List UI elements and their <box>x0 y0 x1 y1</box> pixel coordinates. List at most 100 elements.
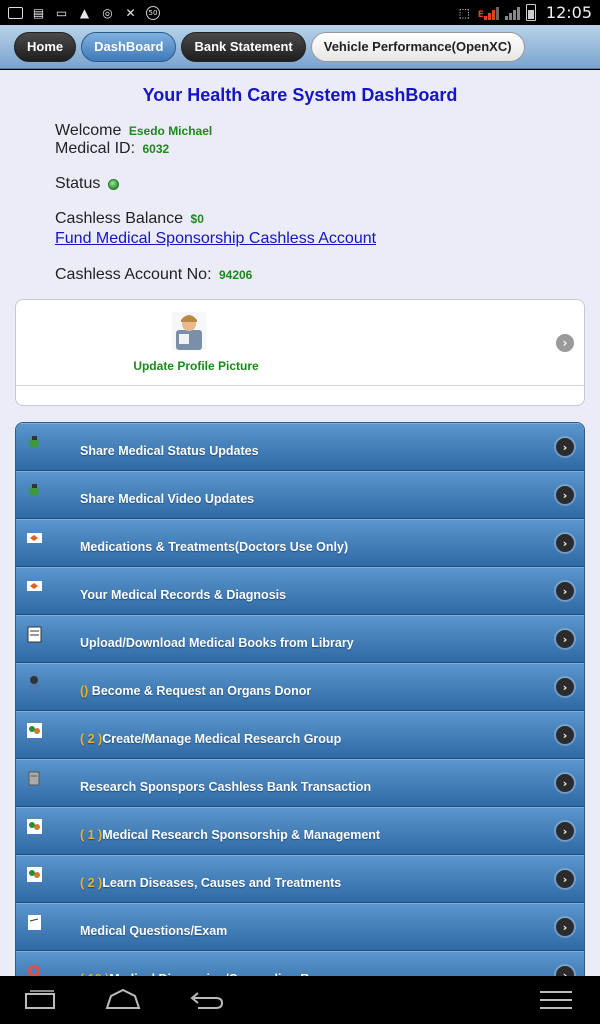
discussion-icon <box>26 962 43 976</box>
menu-item[interactable]: ( 1 )Medical Research Sponsorship & Mana… <box>16 807 584 855</box>
books-icon <box>26 626 43 643</box>
update-profile-label: Update Profile Picture <box>133 359 259 373</box>
user-name: Esedo Michael <box>128 124 213 138</box>
welcome-label: Welcome <box>55 122 122 139</box>
chevron-right-icon: › <box>556 678 574 696</box>
account-label: Cashless Account No: <box>55 266 212 283</box>
vibrate-icon: ⬚ <box>458 5 470 20</box>
menu-item[interactable]: Your Medical Records & Diagnosis › <box>16 567 584 615</box>
page-title: Your Health Care System DashBoard <box>142 85 458 105</box>
chevron-right-icon: › <box>556 870 574 888</box>
menu-item[interactable]: ( 10 )Medical Discussion/Counseling Room… <box>16 951 584 976</box>
balance-label: Cashless Balance <box>55 210 184 227</box>
menu-item[interactable]: Share Medical Status Updates › <box>16 423 584 471</box>
menu-item-text: Research Sponspors Cashless Bank Transac… <box>80 780 372 794</box>
notification-icons: ▤ ▭ ▲ ◎ ✕ 50 <box>8 5 160 20</box>
menu-item[interactable]: () Become & Request an Organs Donor › <box>16 663 584 711</box>
update-profile-row[interactable]: Update Profile Picture › <box>16 300 584 386</box>
avatar <box>172 312 206 350</box>
medical-id-label: Medical ID: <box>55 140 136 157</box>
home-button[interactable]: Home <box>14 31 77 62</box>
status-online-icon <box>108 178 120 190</box>
menu-item-label: Share Medical Video Updates <box>80 492 254 506</box>
menu-icon[interactable] <box>536 988 576 1012</box>
image-icon <box>8 6 23 19</box>
chevron-right-icon: › <box>556 918 574 936</box>
system-icons: ⬚ E 12:05 <box>457 3 592 22</box>
warning-icon: ▲ <box>79 5 90 20</box>
menu-item[interactable]: Medications & Treatments(Doctors Use Onl… <box>16 519 584 567</box>
missed-call-icon: ✕ <box>125 5 136 20</box>
menu-item-text: Your Medical Records & Diagnosis <box>80 588 287 602</box>
menu-item-count: ( 2 ) <box>80 732 103 746</box>
chevron-right-icon: › <box>556 582 574 600</box>
exam-icon <box>26 914 43 931</box>
recent-apps-icon[interactable] <box>20 988 60 1012</box>
menu-item-text: Share Medical Status Updates <box>80 444 259 458</box>
menu-item-count: ( 2 ) <box>80 876 103 890</box>
menu-item-text: Medications & Treatments(Doctors Use Onl… <box>80 540 349 554</box>
chat-icon: ▤ <box>32 5 45 20</box>
signal-icon-e: E <box>478 6 499 20</box>
clock: 12:05 <box>545 3 592 22</box>
status-icon <box>26 434 43 451</box>
medical-id-value: 6032 <box>142 142 170 156</box>
back-icon[interactable] <box>186 988 226 1012</box>
whatsapp-icon: ◎ <box>102 5 113 20</box>
menu-item[interactable]: ( 2 )Create/Manage Medical Research Grou… <box>16 711 584 759</box>
menu-item-label: Upload/Download Medical Books from Libra… <box>80 636 354 650</box>
sponsorship-icon <box>26 818 43 835</box>
menu-item-label: Share Medical Status Updates <box>80 444 259 458</box>
donor-icon <box>26 674 43 691</box>
chevron-right-icon: › <box>556 630 574 648</box>
home-icon[interactable] <box>103 988 143 1012</box>
chevron-right-icon: › <box>556 334 574 352</box>
status-bar: ▤ ▭ ▲ ◎ ✕ 50 ⬚ E 12:05 <box>0 0 600 25</box>
menu-item-text: Medical Questions/Exam <box>80 924 228 938</box>
top-navbar: Home DashBoard Bank Statement Vehicle Pe… <box>0 25 600 69</box>
menu-item[interactable]: Share Medical Video Updates › <box>16 471 584 519</box>
menu-item-label: Medications & Treatments(Doctors Use Onl… <box>80 540 348 554</box>
balance-row: Cashless Balance $0 Fund Medical Sponsor… <box>0 209 600 248</box>
chevron-right-icon: › <box>556 486 574 504</box>
fund-account-link[interactable]: Fund Medical Sponsorship Cashless Accoun… <box>55 230 376 247</box>
chevron-right-icon: › <box>556 726 574 744</box>
menu-item-text: Medical Research Sponsorship & Managemen… <box>102 828 381 842</box>
records-icon <box>26 578 43 595</box>
menu-item-label: Your Medical Records & Diagnosis <box>80 588 286 602</box>
bank-statement-button[interactable]: Bank Statement <box>181 31 306 62</box>
chevron-right-icon: › <box>556 438 574 456</box>
menu-item-label: Research Sponspors Cashless Bank Transac… <box>80 780 371 794</box>
chevron-right-icon: › <box>556 774 574 792</box>
status-row: Status <box>0 175 600 193</box>
menu-item-count: ( 1 ) <box>80 828 103 842</box>
signal-icon <box>504 6 520 20</box>
chevron-right-icon: › <box>556 822 574 840</box>
menu-item[interactable]: Medical Questions/Exam › <box>16 903 584 951</box>
menu-item-label: ( 2 )Learn Diseases, Causes and Treatmen… <box>80 876 341 890</box>
dashboard-content: Your Health Care System DashBoard Welcom… <box>0 70 600 976</box>
medication-icon <box>26 530 43 547</box>
balance-value: $0 <box>190 212 204 226</box>
medical-id-row: Medical ID: 6032 <box>0 140 600 158</box>
message-icon: ▭ <box>55 5 68 20</box>
menu-item-text: Upload/Download Medical Books from Libra… <box>80 636 354 650</box>
menu-item-text: Create/Manage Medical Research Group <box>102 732 342 746</box>
status-label: Status <box>55 175 101 192</box>
menu-item[interactable]: Upload/Download Medical Books from Libra… <box>16 615 584 663</box>
vehicle-performance-button[interactable]: Vehicle Performance(OpenXC) <box>310 31 525 62</box>
menu-item-label: ( 1 )Medical Research Sponsorship & Mana… <box>80 828 380 842</box>
android-nav-bar <box>0 976 600 1024</box>
dashboard-button[interactable]: DashBoard <box>81 31 177 62</box>
account-value: 94206 <box>218 268 253 282</box>
chevron-right-icon: › <box>556 534 574 552</box>
feature-menu: Share Medical Status Updates › Share Medic… <box>15 422 585 976</box>
menu-item-label: Medical Questions/Exam <box>80 924 227 938</box>
menu-item-text: Become & Request an Organs Donor <box>88 684 312 698</box>
menu-item[interactable]: Research Sponspors Cashless Bank Transac… <box>16 759 584 807</box>
video-icon <box>26 482 43 499</box>
learn-icon <box>26 866 43 883</box>
50-badge-icon: 50 <box>146 5 160 20</box>
menu-item[interactable]: ( 2 )Learn Diseases, Causes and Treatmen… <box>16 855 584 903</box>
menu-item-label: () Become & Request an Organs Donor <box>80 684 311 698</box>
